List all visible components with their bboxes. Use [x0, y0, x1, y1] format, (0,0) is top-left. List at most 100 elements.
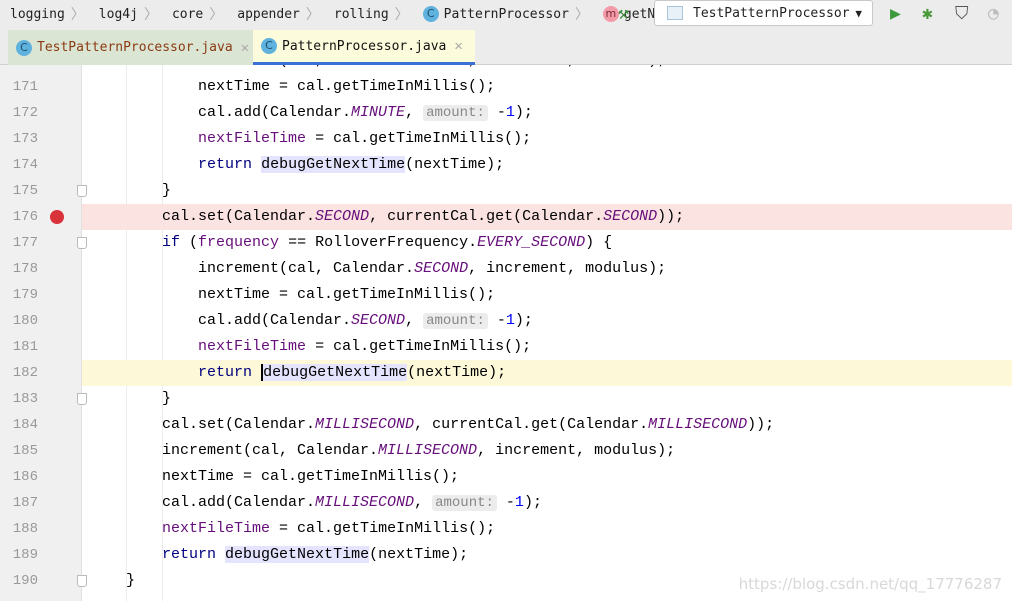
code-line[interactable]: 181 nextFileTime = cal.getTimeInMillis()… [0, 334, 1012, 360]
code-text: } [90, 178, 171, 204]
code-line[interactable]: 178 increment(cal, Calendar.SECOND, incr… [0, 256, 1012, 282]
code-token: , [405, 104, 424, 121]
code-token: , currentCal.get(Calendar. [414, 416, 649, 433]
tab-test-pattern-processor[interactable]: C TestPatternProcessor.java ✕ [8, 30, 253, 65]
code-token: (nextTime); [369, 546, 469, 563]
code-token: == RolloverFrequency. [279, 234, 478, 251]
code-line[interactable]: 188 nextFileTime = cal.getTimeInMillis()… [0, 516, 1012, 542]
code-token: return [162, 546, 217, 563]
class-icon: C [261, 38, 277, 54]
tab-pattern-processor[interactable]: C PatternProcessor.java ✕ [253, 30, 475, 65]
code-text: nextFileTime = cal.getTimeInMillis(); [90, 334, 531, 360]
code-token: amount: [423, 105, 488, 121]
line-number: 172 [12, 105, 38, 121]
code-editor[interactable]: 170 increment(cal, Calendar.MINUTE, incr… [0, 65, 1012, 601]
code-text: return debugGetNextTime(nextTime); [90, 152, 504, 178]
code-text: return debugGetNextTime(nextTime); [90, 542, 468, 568]
code-line[interactable]: 189 return debugGetNextTime(nextTime); [0, 542, 1012, 568]
line-number: 182 [12, 365, 38, 381]
breadcrumb-separator-icon: 〉 [574, 7, 589, 23]
breadcrumb-label: rolling [333, 6, 389, 22]
fold-marker-icon[interactable] [77, 393, 87, 405]
code-token: return [198, 364, 253, 381]
fold-marker-icon[interactable] [77, 185, 87, 197]
run-configuration-select[interactable]: TestPatternProcessor ▼ [654, 0, 873, 26]
code-token: = cal.getTimeInMillis(); [270, 520, 496, 537]
code-token: MINUTE [351, 104, 406, 121]
breadcrumb-item[interactable]: C PatternProcessor 〉 [413, 0, 593, 28]
code-token: )); [657, 208, 685, 225]
code-text: nextFileTime = cal.getTimeInMillis(); [90, 126, 531, 152]
code-token: cal.add(Calendar. [90, 312, 352, 329]
fold-marker-icon[interactable] [77, 237, 87, 249]
code-token: nextTime = cal.getTimeInMillis(); [90, 78, 496, 95]
code-line[interactable]: 174 return debugGetNextTime(nextTime); [0, 152, 1012, 178]
code-token: )); [747, 416, 775, 433]
code-text: nextFileTime = cal.getTimeInMillis(); [90, 516, 495, 542]
close-icon[interactable]: ✕ [241, 40, 249, 56]
code-token: increment(cal, Calendar. [90, 442, 379, 459]
close-icon[interactable]: ✕ [454, 38, 462, 54]
code-token: ); [523, 494, 542, 511]
code-line[interactable]: 182 return debugGetNextTime(nextTime); [0, 360, 1012, 386]
breadcrumb-item[interactable]: log4j 〉 [89, 0, 162, 28]
code-token: frequency [198, 234, 280, 251]
breadcrumb-item[interactable]: rolling 〉 [324, 0, 413, 28]
code-line[interactable]: 171 nextTime = cal.getTimeInMillis(); [0, 74, 1012, 100]
debug-icon[interactable]: ✱ [922, 3, 933, 24]
code-text: nextTime = cal.getTimeInMillis(); [90, 464, 459, 490]
breadcrumb-item[interactable]: core 〉 [162, 0, 227, 28]
breadcrumb-item[interactable]: logging 〉 [0, 0, 89, 28]
code-line[interactable]: 175 } [0, 178, 1012, 204]
coverage-icon[interactable]: ⛉ [955, 3, 969, 24]
code-token: - [496, 494, 515, 511]
code-token: ( [180, 234, 199, 251]
code-token: nextFileTime [198, 130, 307, 147]
code-token: MINUTE [414, 65, 468, 69]
code-line[interactable]: 172 cal.add(Calendar.MINUTE, amount: -1)… [0, 100, 1012, 126]
code-line[interactable]: 176 cal.set(Calendar.SECOND, currentCal.… [0, 204, 1012, 230]
code-token: MILLISECOND [378, 442, 478, 459]
code-text: return debugGetNextTime(nextTime); [90, 360, 506, 386]
run-icon[interactable]: ▶ [890, 3, 901, 24]
test-class-icon: C [16, 39, 32, 56]
build-hammer-icon[interactable]: ⚒ [618, 3, 629, 24]
code-token: 1 [514, 494, 524, 511]
code-token: } [90, 390, 172, 407]
method-icon: m [602, 6, 619, 22]
line-number: 181 [12, 339, 38, 355]
code-line[interactable]: 184 cal.set(Calendar.MILLISECOND, curren… [0, 412, 1012, 438]
code-token: debugGetNextTime [261, 156, 406, 173]
code-line[interactable]: 186 nextTime = cal.getTimeInMillis(); [0, 464, 1012, 490]
code-line[interactable]: 183 } [0, 386, 1012, 412]
code-line[interactable]: 179 nextTime = cal.getTimeInMillis(); [0, 282, 1012, 308]
profile-icon[interactable]: ◔ [988, 3, 999, 24]
navigation-bar: logging 〉 log4j 〉 core 〉 appender 〉 rolling 〉 C Pat… [0, 0, 1012, 28]
code-token: } [90, 572, 136, 589]
editor-tabs: C TestPatternProcessor.java ✕ C PatternP… [0, 28, 1012, 65]
code-token: ); [514, 104, 533, 121]
code-line[interactable]: 173 nextFileTime = cal.getTimeInMillis()… [0, 126, 1012, 152]
code-token: (nextTime); [405, 156, 505, 173]
code-token: , increment, modulus); [468, 65, 666, 69]
code-line[interactable]: 170 increment(cal, Calendar.MINUTE, incr… [0, 65, 1012, 74]
code-text: } [90, 386, 171, 412]
code-token: - [487, 104, 506, 121]
breadcrumb-item[interactable]: appender 〉 [227, 0, 324, 28]
code-line[interactable]: 177 if (frequency == RolloverFrequency.E… [0, 230, 1012, 256]
run-config-file-icon [667, 6, 683, 20]
breakpoint-icon[interactable] [50, 210, 64, 224]
code-line[interactable]: 187 cal.add(Calendar.MILLISECOND, amount… [0, 490, 1012, 516]
line-number: 188 [12, 521, 38, 537]
fold-marker-icon[interactable] [77, 575, 87, 587]
code-line[interactable]: 180 cal.add(Calendar.SECOND, amount: -1)… [0, 308, 1012, 334]
tab-label: PatternProcessor.java [282, 38, 447, 54]
code-line[interactable]: 185 increment(cal, Calendar.MILLISECOND,… [0, 438, 1012, 464]
line-number: 187 [12, 495, 38, 511]
